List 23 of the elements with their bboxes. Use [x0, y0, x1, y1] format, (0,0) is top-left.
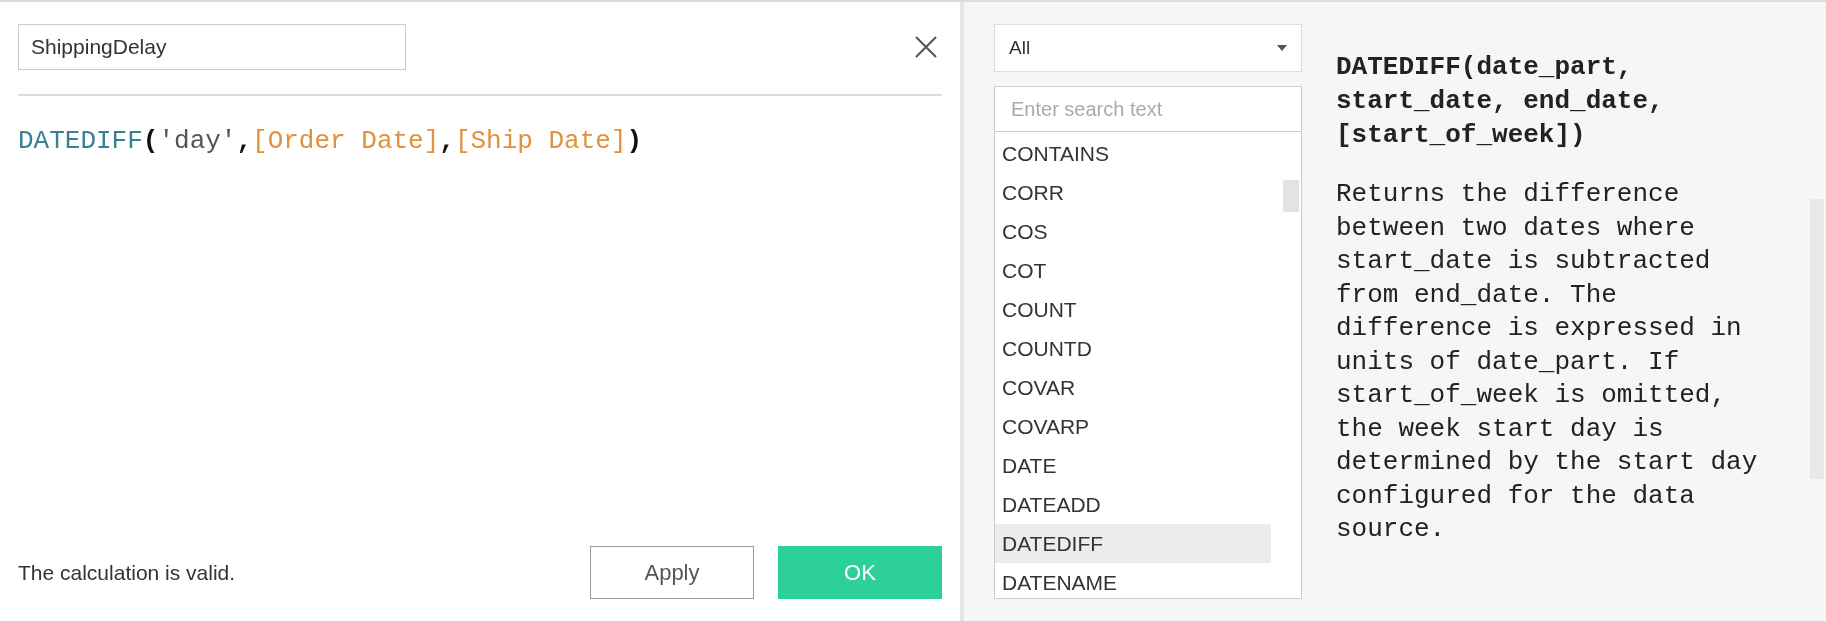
function-item[interactable]: DATENAME [995, 563, 1271, 602]
function-item[interactable]: COUNTD [995, 329, 1271, 368]
function-description: Returns the difference between two dates where start_date is subtracted from end_date. The difference is expressed in units of date_part. If start_of_week is omitted, the week start day is determined by the start day configured for the data source. [1336, 178, 1759, 546]
function-item[interactable]: COUNT [995, 290, 1271, 329]
apply-button[interactable]: Apply [590, 546, 754, 599]
caret-icon [1277, 45, 1287, 51]
function-item[interactable]: CORR [995, 173, 1271, 212]
function-item[interactable]: COS [995, 212, 1271, 251]
function-item[interactable]: DATEDIFF [995, 524, 1271, 563]
scrollbar-thumb[interactable] [1283, 180, 1299, 212]
function-item[interactable]: COT [995, 251, 1271, 290]
function-item[interactable]: DATE [995, 446, 1271, 485]
function-item[interactable]: DATEADD [995, 485, 1271, 524]
search-field[interactable]: Enter search text [994, 86, 1302, 132]
validation-message: The calculation is valid. [18, 559, 237, 586]
close-icon[interactable] [915, 36, 937, 58]
category-dropdown[interactable]: All [994, 24, 1302, 72]
function-item[interactable]: COVAR [995, 368, 1271, 407]
function-syntax: DATEDIFF(date_part, start_date, end_date, [start_of_week]) [1336, 51, 1665, 152]
function-item[interactable]: COVARP [995, 407, 1271, 446]
function-item[interactable]: CONTAINS [995, 134, 1271, 173]
formula-editor[interactable]: DATEDIFF('day',[Order Date],[Ship Date]) [18, 122, 942, 161]
calculation-name-field[interactable]: ShippingDelay [18, 24, 406, 70]
